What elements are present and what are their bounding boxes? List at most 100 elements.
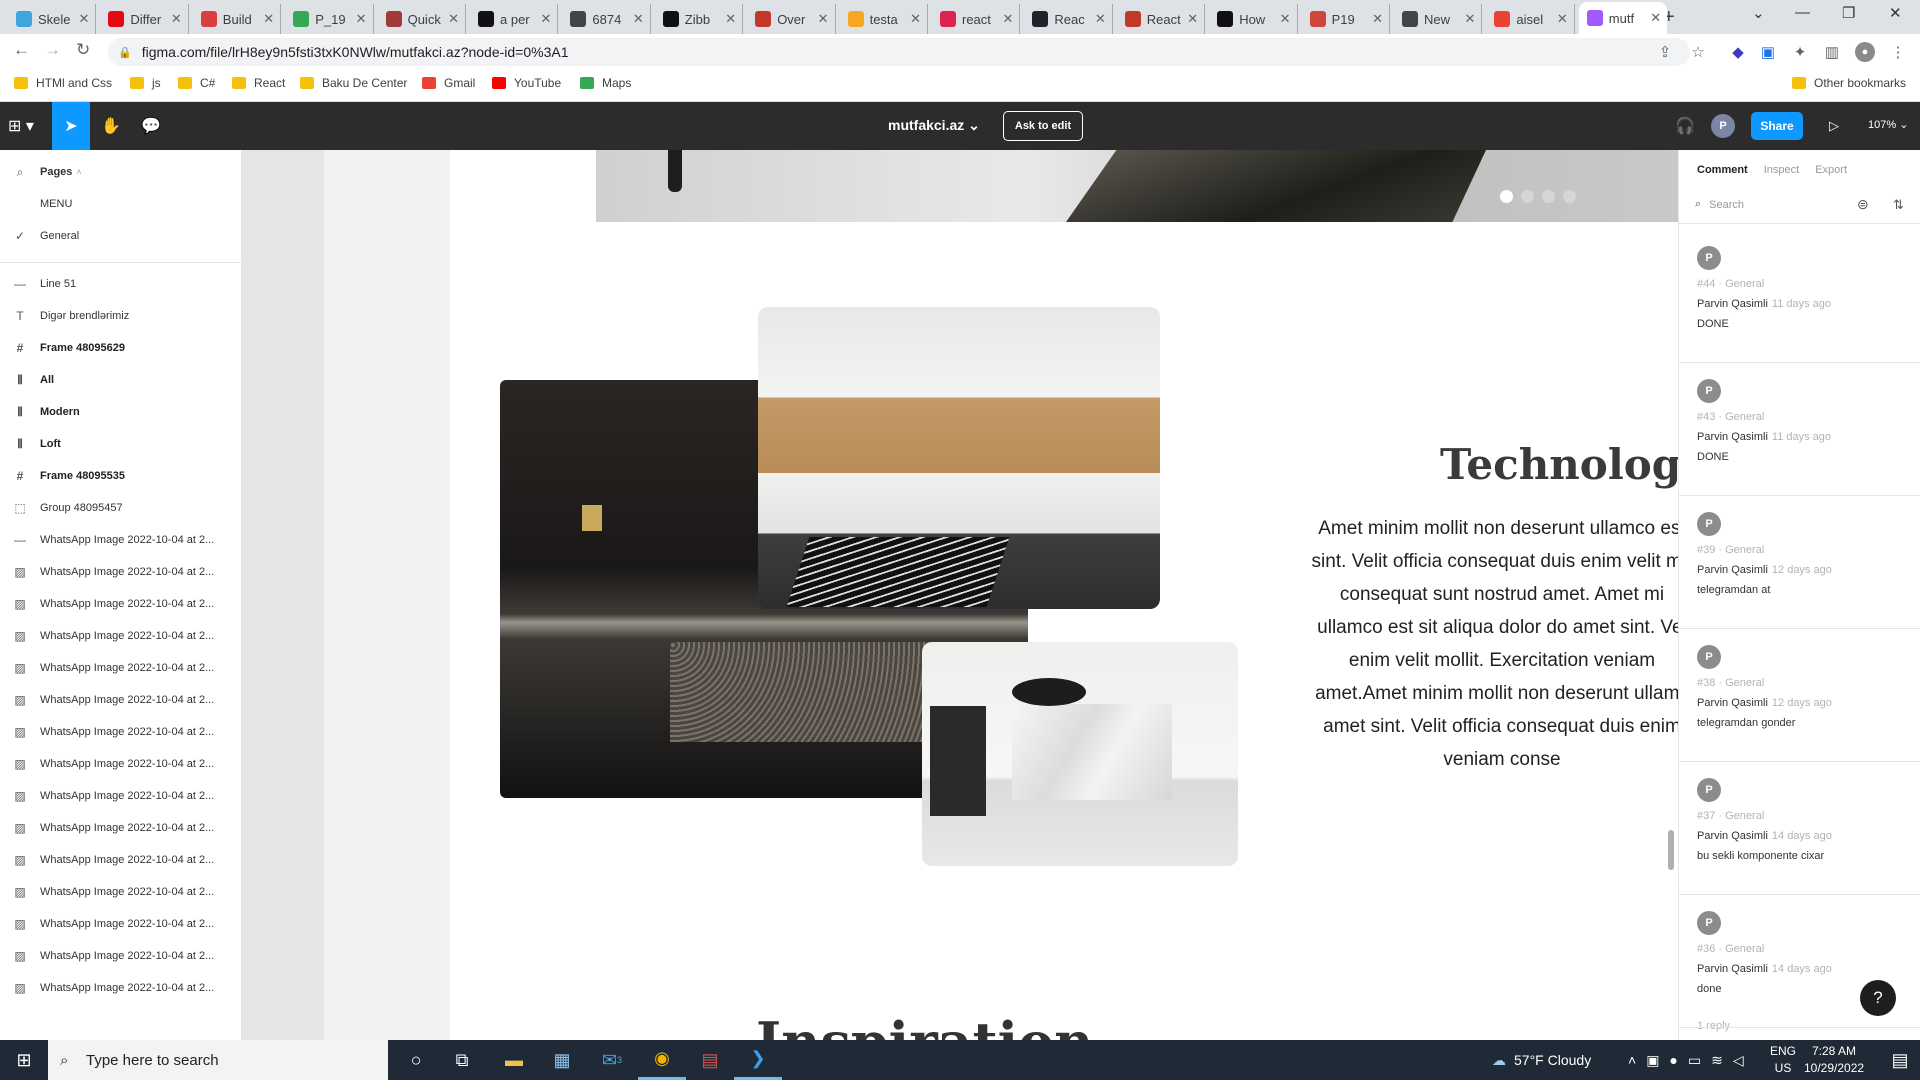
layer-item[interactable]: — Line 51 xyxy=(0,268,241,300)
present-play-icon[interactable]: ▷ xyxy=(1824,102,1844,150)
close-tab-icon[interactable]: ✕ xyxy=(1002,11,1013,27)
zoom-level[interactable]: 107% ⌄ xyxy=(1868,118,1908,131)
weather-widget[interactable]: ☁ 57°F Cloudy xyxy=(1492,1040,1591,1080)
browser-tab[interactable]: P_19 ✕ xyxy=(285,4,374,34)
ask-to-edit-button[interactable]: Ask to edit xyxy=(1003,111,1083,141)
browser-tab[interactable]: mutf ✕ xyxy=(1578,2,1668,34)
comment-item[interactable]: P #37 · General Parvin Qasimli 14 days ago b… xyxy=(1679,762,1920,895)
bookmark-item[interactable]: HTMl and Css xyxy=(14,76,112,90)
close-tab-icon[interactable]: ✕ xyxy=(1280,11,1291,27)
layer-item[interactable]: # Frame 48095629 xyxy=(0,332,241,364)
sort-icon[interactable]: ⇅ xyxy=(1893,197,1904,213)
bookmark-item[interactable]: React xyxy=(232,76,285,90)
canvas-scrollbar[interactable] xyxy=(1668,830,1674,870)
bookmark-item[interactable]: YouTube xyxy=(492,76,561,90)
language-indicator[interactable]: ENG US xyxy=(1765,1043,1801,1077)
store-icon[interactable]: ▦ xyxy=(538,1040,586,1080)
battery-icon[interactable]: ▭ xyxy=(1688,1052,1701,1069)
layer-item[interactable]: ▨ WhatsApp Image 2022-10-04 at 2... xyxy=(0,556,241,588)
carousel-dot[interactable] xyxy=(1542,190,1555,203)
page-item-menu[interactable]: MENU xyxy=(0,188,241,220)
tab-inspect[interactable]: Inspect xyxy=(1764,164,1799,176)
close-tab-icon[interactable]: ✕ xyxy=(1557,11,1568,27)
carousel-dot[interactable] xyxy=(1500,190,1513,203)
file-name[interactable]: mutfakci.az ⌄ xyxy=(888,117,980,134)
extensions-puzzle-icon[interactable]: ✦ xyxy=(1790,42,1810,62)
headphones-icon[interactable]: 🎧 xyxy=(1670,102,1700,150)
carousel-dot[interactable] xyxy=(1521,190,1534,203)
browser-tab[interactable]: Quick ✕ xyxy=(378,4,466,34)
task-view-icon[interactable]: ⧉ xyxy=(438,1040,486,1080)
comment-tool-icon[interactable]: 💬 xyxy=(132,102,170,150)
layer-item[interactable]: ▨ WhatsApp Image 2022-10-04 at 2... xyxy=(0,908,241,940)
layer-item[interactable]: ⦀ Loft xyxy=(0,428,241,460)
close-tab-icon[interactable]: ✕ xyxy=(633,11,644,27)
taskbar-search[interactable]: ⌕ Type here to search xyxy=(48,1040,388,1080)
close-tab-icon[interactable]: ✕ xyxy=(1187,11,1198,27)
notification-icon[interactable]: ▤ xyxy=(1880,1040,1920,1080)
bookmark-item[interactable]: Baku De Center xyxy=(300,76,407,90)
mail-icon[interactable]: ✉ 3 xyxy=(588,1040,636,1080)
hand-tool-icon[interactable]: ✋ xyxy=(92,102,130,150)
close-tab-icon[interactable]: ✕ xyxy=(1372,11,1383,27)
file-explorer-icon[interactable]: ▬ xyxy=(490,1040,538,1080)
browser-tab[interactable]: New ✕ xyxy=(1394,4,1483,34)
filter-icon[interactable]: ⊜ xyxy=(1857,196,1869,213)
user-avatar[interactable]: P xyxy=(1711,114,1735,138)
clock[interactable]: 7:28 AM 10/29/2022 xyxy=(1804,1043,1864,1077)
layer-item[interactable]: ▨ WhatsApp Image 2022-10-04 at 2... xyxy=(0,748,241,780)
tab-search-icon[interactable]: ⌄ xyxy=(1752,4,1765,22)
comment-item[interactable]: P #44 · General Parvin Qasimli 11 days ago D… xyxy=(1679,230,1920,363)
browser-tab[interactable]: Skele ✕ xyxy=(8,4,97,34)
minimize-icon[interactable]: — xyxy=(1795,4,1810,21)
volume-icon[interactable]: ◁ xyxy=(1733,1052,1744,1069)
layer-item[interactable]: ⦀ All xyxy=(0,364,241,396)
browser-tab[interactable]: React ✕ xyxy=(1117,4,1206,34)
browser-tab[interactable]: Reac ✕ xyxy=(1024,4,1113,34)
share-button[interactable]: Share xyxy=(1751,112,1803,140)
layer-item[interactable]: ⦀ Modern xyxy=(0,396,241,428)
browser-tab[interactable]: P19 ✕ xyxy=(1302,4,1390,34)
close-tab-icon[interactable]: ✕ xyxy=(910,11,921,27)
tray-chevron-icon[interactable]: ˄ xyxy=(1628,1052,1636,1068)
browser-tab[interactable]: Build ✕ xyxy=(193,4,282,34)
menu-dots-icon[interactable]: ⋮ xyxy=(1888,42,1908,62)
browser-tab[interactable]: testa ✕ xyxy=(840,4,928,34)
back-icon[interactable]: ← xyxy=(13,40,30,60)
close-tab-icon[interactable]: ✕ xyxy=(356,11,367,27)
bookmark-star-icon[interactable]: ☆ xyxy=(1688,42,1708,62)
layer-item[interactable]: ▨ WhatsApp Image 2022-10-04 at 2... xyxy=(0,812,241,844)
bookmark-item[interactable]: Gmail xyxy=(422,76,475,90)
layer-item[interactable]: ⬚ Group 48095457 xyxy=(0,492,241,524)
side-panel-icon[interactable]: ▥ xyxy=(1822,42,1842,62)
pages-header[interactable]: ⌕ Pages ˄ xyxy=(0,156,241,188)
move-tool-icon[interactable]: ➤ xyxy=(52,102,90,150)
comment-item[interactable]: P #38 · General Parvin Qasimli 12 days ago t… xyxy=(1679,629,1920,762)
extension-icon[interactable]: ◆ xyxy=(1728,42,1748,62)
comment-item[interactable]: P #39 · General Parvin Qasimli 12 days ago t… xyxy=(1679,496,1920,629)
share-page-icon[interactable]: ⇪ xyxy=(1655,42,1675,62)
bookmark-item[interactable]: Maps xyxy=(580,76,631,90)
extension-icon[interactable]: ▣ xyxy=(1758,42,1778,62)
other-bookmarks[interactable]: Other bookmarks xyxy=(1792,76,1906,90)
layer-item[interactable]: ▨ WhatsApp Image 2022-10-04 at 2... xyxy=(0,588,241,620)
close-tab-icon[interactable]: ✕ xyxy=(1464,11,1475,27)
page-item-general[interactable]: ✓ General xyxy=(0,220,241,252)
bookmark-item[interactable]: C# xyxy=(178,76,215,90)
microphone-icon[interactable]: ● xyxy=(1669,1052,1677,1068)
close-tab-icon[interactable]: ✕ xyxy=(1095,11,1106,27)
figma-menu-icon[interactable]: ⊞ ▾ xyxy=(0,102,42,150)
browser-tab[interactable]: aisel ✕ xyxy=(1486,4,1575,34)
layer-item[interactable]: ▨ WhatsApp Image 2022-10-04 at 2... xyxy=(0,652,241,684)
tab-export[interactable]: Export xyxy=(1815,164,1847,176)
close-tab-icon[interactable]: ✕ xyxy=(448,11,459,27)
vscode-icon[interactable]: ❯ xyxy=(734,1040,782,1080)
layer-item[interactable]: ▨ WhatsApp Image 2022-10-04 at 2... xyxy=(0,780,241,812)
layer-item[interactable]: # Frame 48095535 xyxy=(0,460,241,492)
layer-item[interactable]: ▨ WhatsApp Image 2022-10-04 at 2... xyxy=(0,876,241,908)
reload-icon[interactable]: ↻ xyxy=(76,40,90,60)
wifi-icon[interactable]: ≋ xyxy=(1711,1052,1723,1069)
cortana-icon[interactable]: ○ xyxy=(392,1040,440,1080)
design-canvas[interactable]: Technologie t Amet minim mollit non dese… xyxy=(242,150,1678,1040)
tab-comment[interactable]: Comment xyxy=(1697,164,1748,176)
